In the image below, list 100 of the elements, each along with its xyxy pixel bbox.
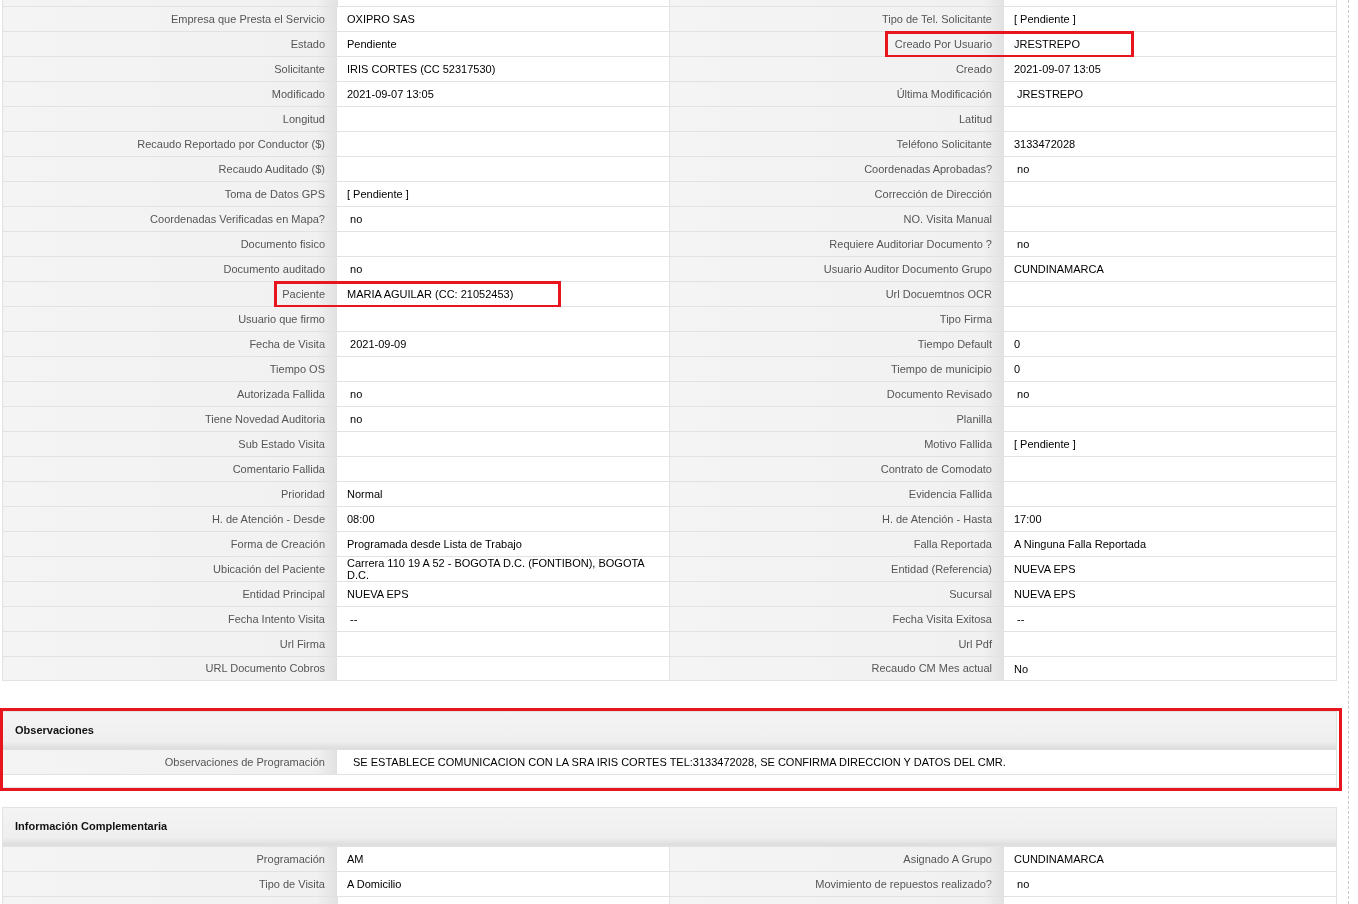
field-label: Autorizada Fallida xyxy=(3,382,337,406)
field-label: Sub Estado Visita xyxy=(3,432,337,456)
field-label: Longitud xyxy=(3,107,337,131)
section-header: Observaciones xyxy=(3,712,1336,750)
field-label: Solicitante xyxy=(3,57,337,81)
field-value: no xyxy=(349,213,363,225)
field-label: Tiene Novedad Auditoria xyxy=(3,407,337,431)
field-value: A Domicilio xyxy=(347,878,402,890)
field-label: Fecha Intento Visita xyxy=(3,607,337,631)
field-label: Url Firma xyxy=(3,632,337,656)
field-label: Sucursal xyxy=(670,582,1004,606)
field-value: 2021-09-07 13:05 xyxy=(347,88,434,100)
field-label: Falla Reportada xyxy=(670,532,1004,556)
field-value: Carrera 110 19 A 52 - BOGOTA D.C. (FONTIBON), BOGOTA D.C. xyxy=(347,557,646,581)
field-label: Recaudo Auditado ($) xyxy=(3,157,337,181)
field-value: [ Pendiente ] xyxy=(1014,438,1076,450)
field-value: [ Pendiente ] xyxy=(347,188,409,200)
field-label: Entidad Principal xyxy=(3,582,337,606)
field-label: Toma de Datos GPS xyxy=(3,182,337,206)
field-label: Forma de Creación xyxy=(3,532,337,556)
field-value: 17:00 xyxy=(1014,513,1042,525)
field-label: Creado Por Usuario xyxy=(670,32,1004,56)
field-value: NUEVA EPS xyxy=(1014,588,1076,600)
field-label: Paciente xyxy=(3,282,337,306)
field-label: NO. Visita Manual xyxy=(670,207,1004,231)
field-value: IRIS CORTES (CC 52317530) xyxy=(347,63,496,75)
field-label: Url Docuemtnos OCR xyxy=(670,282,1004,306)
field-label: Usuario Auditor Documento Grupo xyxy=(670,257,1004,281)
field-value: SE ESTABLECE COMUNICACION CON LA SRA IRIS CORTES TEL:3133472028, SE CONFIRMA DIRECCION Y DATOS DEL CMR. xyxy=(352,754,1007,770)
field-label: Teléfono Solicitante xyxy=(670,132,1004,156)
field-value: no xyxy=(1016,163,1030,175)
field-label: Contrato de Comodato xyxy=(670,457,1004,481)
field-label: Requiere Auditoriar Documento ? xyxy=(670,232,1004,256)
field-label: Ubicación del Paciente xyxy=(3,557,337,581)
field-label: Modificado xyxy=(3,82,337,106)
field-label: Programación xyxy=(3,847,337,871)
field-label: Corrección de Dirección xyxy=(670,182,1004,206)
field-label: Evidencia Fallida xyxy=(670,482,1004,506)
field-label: Documento Revisado xyxy=(670,382,1004,406)
field-label: Entidad (Referencia) xyxy=(670,557,1004,581)
field-label: Asignado A Grupo xyxy=(670,847,1004,871)
field-value: no xyxy=(1016,388,1030,400)
section-header: Información Complementaria xyxy=(3,808,1336,846)
field-value: OXIPRO SAS xyxy=(347,13,415,25)
field-value: [ Pendiente ] xyxy=(1014,13,1076,25)
field-label: Última Modificación xyxy=(670,82,1004,106)
field-label: Recaudo CM Mes actual xyxy=(670,657,1004,680)
field-value: NUEVA EPS xyxy=(347,588,409,600)
field-value: 0 xyxy=(1014,338,1021,350)
field-value: MARIA AGUILAR (CC: 21052453) xyxy=(347,288,514,300)
field-value: no xyxy=(349,388,363,400)
field-value: no xyxy=(349,263,363,275)
field-value: no xyxy=(1016,238,1030,250)
field-label: Movimiento de repuestos realizado? xyxy=(670,872,1004,896)
field-value: 2021-09-09 xyxy=(349,338,407,350)
field-label: Fecha Visita Exitosa xyxy=(670,607,1004,631)
field-value: 3133472028 xyxy=(1014,138,1076,150)
field-label: Prioridad xyxy=(3,482,337,506)
field-value: 08:00 xyxy=(347,513,375,525)
field-label: Fecha de Visita xyxy=(3,332,337,356)
field-value: -- xyxy=(349,613,358,625)
field-label: Estado xyxy=(3,32,337,56)
field-label: H. de Atención - Desde xyxy=(3,507,337,531)
field-value: CUNDINAMARCA xyxy=(1014,263,1104,275)
field-label: Documento fisico xyxy=(3,232,337,256)
field-value: no xyxy=(1016,878,1030,890)
field-label: Tipo de Visita xyxy=(3,872,337,896)
field-value: Normal xyxy=(347,488,383,500)
field-label: Coordenadas Verificadas en Mapa? xyxy=(3,207,337,231)
field-label: Motivo Fallida xyxy=(670,432,1004,456)
field-value: 0 xyxy=(1014,363,1021,375)
field-value: No xyxy=(1014,662,1029,675)
field-value: Programada desde Lista de Trabajo xyxy=(347,538,522,550)
field-label: Coordenadas Aprobadas? xyxy=(670,157,1004,181)
field-label: URL Documento Cobros xyxy=(3,657,337,680)
field-value: JRESTREPO xyxy=(1016,88,1084,100)
field-value: NUEVA EPS xyxy=(1014,563,1076,575)
field-label: Observaciones de Programación xyxy=(3,750,337,774)
field-label: Latitud xyxy=(670,107,1004,131)
field-label: Usuario que firmo xyxy=(3,307,337,331)
field-label: Tiempo Default xyxy=(670,332,1004,356)
field-label: Creado xyxy=(670,57,1004,81)
field-value: A Ninguna Falla Reportada xyxy=(1014,538,1147,550)
field-label: Tipo Firma xyxy=(670,307,1004,331)
field-label: Planilla xyxy=(670,407,1004,431)
field-value: 2021-09-07 13:05 xyxy=(1014,63,1101,75)
field-value: -- xyxy=(1016,613,1025,625)
field-label: Tipo de Tel. Solicitante xyxy=(670,7,1004,31)
field-label: Tiempo de municipio xyxy=(670,357,1004,381)
field-label: Comentario Fallida xyxy=(3,457,337,481)
field-value: Pendiente xyxy=(347,38,397,50)
field-label: Url Pdf xyxy=(670,632,1004,656)
field-label: Recaudo Reportado por Conductor ($) xyxy=(3,132,337,156)
field-value: CUNDINAMARCA xyxy=(1014,853,1104,865)
field-value: JRESTREPO xyxy=(1014,38,1080,50)
field-label: Documento auditado xyxy=(3,257,337,281)
field-label: Tiempo OS xyxy=(3,357,337,381)
field-label: Empresa que Presta el Servicio xyxy=(3,7,337,31)
field-value: AM xyxy=(347,853,364,865)
field-value: no xyxy=(349,413,363,425)
